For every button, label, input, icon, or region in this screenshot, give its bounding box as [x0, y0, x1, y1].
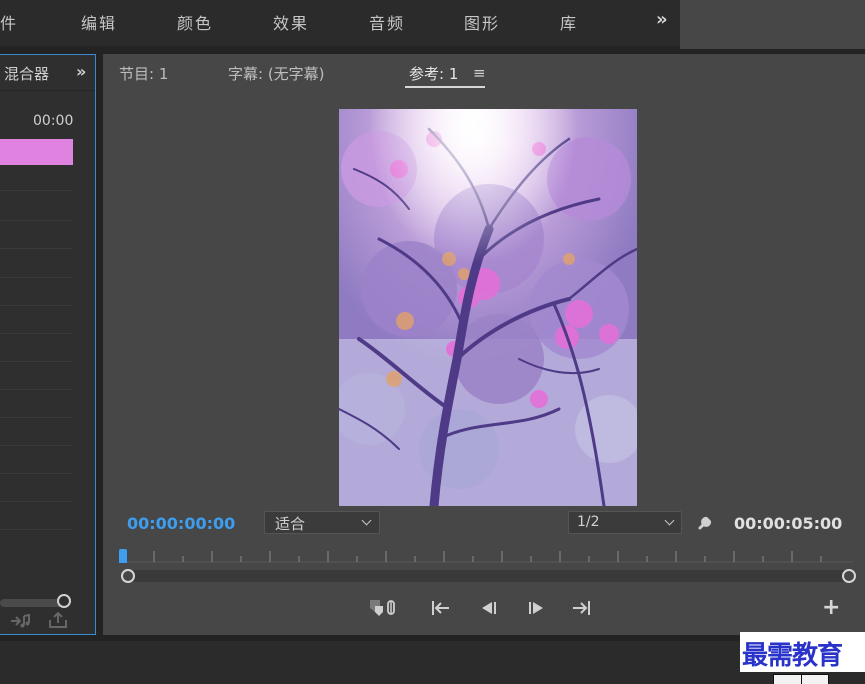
track-divider	[0, 361, 72, 362]
zoom-level-dropdown[interactable]: 适合	[264, 511, 380, 534]
cherry-blossom-frame	[339, 109, 637, 506]
tab-reference[interactable]: 参考: 1	[409, 63, 458, 84]
chevron-down-icon	[664, 515, 675, 526]
track-divider	[0, 190, 72, 191]
wrench-icon[interactable]	[697, 511, 717, 535]
mixer-scroll-handle[interactable]	[57, 594, 71, 608]
workspace-tab-graphics[interactable]: 图形	[464, 10, 500, 34]
active-tab-indicator	[405, 86, 485, 88]
audio-mixer-panel: 混合器 » 00:00	[0, 54, 96, 635]
workspace-tab-effects[interactable]: 效果	[273, 10, 309, 34]
playhead-handle[interactable]	[119, 549, 127, 563]
duration-timecode: 00:00:05:00	[734, 514, 843, 533]
track-divider	[0, 389, 72, 390]
thumbnail-divider	[801, 675, 802, 684]
monitor-tab-bar: 节目: 1 字幕: (无字幕) 参考: 1 ≡	[103, 54, 865, 90]
workspace-tab-edit[interactable]: 编辑	[81, 10, 117, 34]
chevron-down-icon	[361, 515, 372, 526]
playback-resolution-dropdown[interactable]: 1/2	[568, 511, 682, 534]
go-to-out-icon[interactable]	[570, 598, 592, 622]
track-divider	[0, 445, 72, 446]
panel-overflow-icon[interactable]: »	[76, 62, 86, 81]
workspace-tab-libraries[interactable]: 库	[560, 10, 578, 34]
workspace-overflow-icon[interactable]: »	[656, 9, 668, 30]
workspace-tab-audio[interactable]: 音频	[369, 10, 405, 34]
track-divider	[0, 248, 72, 249]
add-marker-icon[interactable]	[368, 598, 398, 622]
track-divider	[0, 417, 72, 418]
reference-monitor-panel: 节目: 1 字幕: (无字幕) 参考: 1 ≡ 00:00:00:00 适合 1…	[103, 54, 865, 635]
zoom-level-value: 适合	[275, 515, 306, 533]
panel-menu-icon[interactable]: ≡	[473, 64, 486, 82]
tab-captions[interactable]: 字幕: (无字幕)	[228, 63, 325, 84]
step-back-icon[interactable]	[478, 598, 500, 622]
watermark-text: 最需教育	[742, 641, 843, 671]
audio-mixer-header: 混合器 »	[0, 55, 95, 91]
zoom-scrollbar[interactable]	[127, 570, 849, 582]
playhead-timecode[interactable]: 00:00:00:00	[127, 514, 235, 533]
step-forward-icon[interactable]	[525, 598, 547, 622]
time-ruler[interactable]	[123, 550, 853, 566]
playback-resolution-value: 1/2	[577, 514, 600, 530]
track-divider	[0, 529, 72, 530]
tab-program[interactable]: 节目: 1	[119, 63, 168, 84]
go-to-in-icon[interactable]	[430, 598, 452, 622]
bottom-panel-strip	[0, 641, 865, 684]
workspace-bar-search-area	[680, 0, 865, 49]
zoom-scroll-start-handle[interactable]	[121, 569, 135, 583]
workspace-tab-file[interactable]: 件	[0, 10, 18, 34]
audio-export-icon[interactable]	[10, 613, 32, 633]
track-divider	[0, 277, 72, 278]
track-divider	[0, 333, 72, 334]
track-divider	[0, 473, 72, 474]
track-divider	[0, 305, 72, 306]
zoom-scroll-end-handle[interactable]	[842, 569, 856, 583]
track-divider	[0, 220, 72, 221]
mixer-time-ruler-label: 00:00	[33, 113, 74, 129]
audio-mixer-tab[interactable]: 混合器	[4, 63, 66, 84]
audio-clip[interactable]	[0, 139, 73, 165]
panel-layout-thumbnail	[773, 674, 829, 684]
track-divider	[0, 501, 72, 502]
workspace-tab-color[interactable]: 颜色	[177, 10, 213, 34]
watermark-logo: 最需教育	[740, 632, 865, 672]
video-preview[interactable]	[339, 109, 637, 506]
button-editor-plus-button[interactable]: +	[822, 595, 840, 620]
share-export-icon[interactable]	[48, 611, 68, 633]
